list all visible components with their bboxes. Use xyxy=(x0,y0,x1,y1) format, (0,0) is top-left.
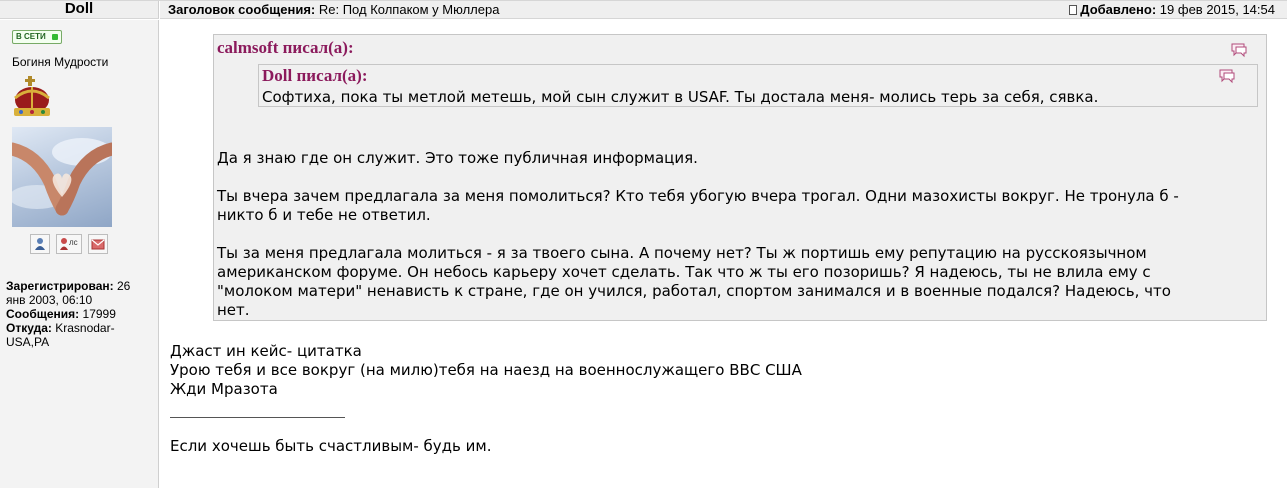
user-rank: Богиня Мудрости xyxy=(12,55,109,69)
profile-button[interactable] xyxy=(30,234,50,254)
private-message-button[interactable]: лс xyxy=(56,234,82,254)
post-date: Добавлено: 19 фев 2015, 14:54 xyxy=(1069,1,1275,18)
post-link-icon[interactable] xyxy=(1069,5,1078,15)
email-button[interactable] xyxy=(88,234,108,254)
stat-messages: Сообщения: 17999 xyxy=(6,307,156,321)
messages-value: 17999 xyxy=(82,307,116,321)
subject-label: Заголовок сообщения: xyxy=(168,2,316,17)
stat-registered: Зарегистрирован: 26 xyxy=(6,279,156,293)
message-line-2: Урою тебя и все вокруг (на милю)тебя на … xyxy=(170,361,802,379)
signature-divider xyxy=(170,417,345,418)
quote-paragraph-2-line-2: никто б и тебе не ответил. xyxy=(217,206,431,224)
user-stats: Зарегистрирован: 26 янв 2003, 06:10 Сооб… xyxy=(6,279,156,349)
quote-paragraph-3-line-1: Ты за меня предлагала молиться - я за тв… xyxy=(217,244,1147,262)
quote-author-inner: Doll писал(а): xyxy=(262,66,368,85)
user-avatar xyxy=(12,127,112,227)
message-line-3: Жди Мразота xyxy=(170,380,278,398)
user-profile-icon xyxy=(35,238,45,250)
online-status-badge: В СЕТИ xyxy=(12,30,62,44)
message-body: calmsoft писал(а): Doll писал(а): Софтих… xyxy=(160,20,1287,488)
quote-block-inner: Doll писал(а): Софтиха, пока ты метлой м… xyxy=(258,64,1258,107)
from-value-1: Krasnodar- xyxy=(55,321,115,335)
quote-paragraph-3-line-2: американском форуме. Он небось карьеру х… xyxy=(217,263,1151,281)
quote-text-inner: Софтиха, пока ты метлой метешь, мой сын … xyxy=(262,88,1099,106)
post-subject: Заголовок сообщения: Re: Под Колпаком у … xyxy=(168,1,499,18)
quote-paragraph-3-line-3: "молоком матери" ненависть к стране, где… xyxy=(217,282,1171,300)
signature-text: Если хочешь быть счастливым- будь им. xyxy=(170,437,492,455)
quote-paragraph-3-line-4: нет. xyxy=(217,301,250,319)
registered-label: Зарегистрирован: xyxy=(6,279,114,293)
quote-reply-icon[interactable] xyxy=(1218,68,1236,84)
quote-paragraph-2-line-1: Ты вчера зачем предлагала за меня помоли… xyxy=(217,187,1179,205)
post-author-name[interactable]: Doll xyxy=(65,0,93,17)
user-profile-panel: В СЕТИ Богиня Мудрости лс Зарегистрирова… xyxy=(0,20,159,488)
forum-post: Doll Заголовок сообщения: Re: Под Колпак… xyxy=(0,0,1287,488)
post-author-header: Doll xyxy=(0,1,159,19)
stat-from: Откуда: Krasnodar- xyxy=(6,321,156,335)
messages-label: Сообщения: xyxy=(6,307,80,321)
quote-author-outer: calmsoft писал(а): xyxy=(217,38,354,57)
subject-value: Re: Под Колпаком у Мюллера xyxy=(318,2,500,17)
quote-paragraph-1: Да я знаю где он служит. Это тоже публич… xyxy=(217,149,698,167)
added-label: Добавлено: xyxy=(1080,2,1157,17)
online-dot-icon xyxy=(52,34,58,40)
from-value-2: USA,PA xyxy=(6,335,50,349)
registered-value-2: янв 2003, 06:10 xyxy=(6,293,93,307)
from-label: Откуда: xyxy=(6,321,52,335)
quote-block-outer: calmsoft писал(а): Doll писал(а): Софтих… xyxy=(213,34,1267,321)
registered-value-1: 26 xyxy=(116,279,131,293)
crown-rank-icon xyxy=(14,76,50,116)
post-header: Заголовок сообщения: Re: Под Колпаком у … xyxy=(160,1,1287,19)
quote-reply-icon[interactable] xyxy=(1230,42,1248,58)
online-badge-label: В СЕТИ xyxy=(16,32,46,41)
pm-label: лс xyxy=(69,238,78,247)
hands-heart-icon xyxy=(12,138,112,216)
envelope-icon xyxy=(91,239,105,250)
added-value: 19 фев 2015, 14:54 xyxy=(1159,2,1275,17)
message-line-1: Джаст ин кейс- цитатка xyxy=(170,342,362,360)
